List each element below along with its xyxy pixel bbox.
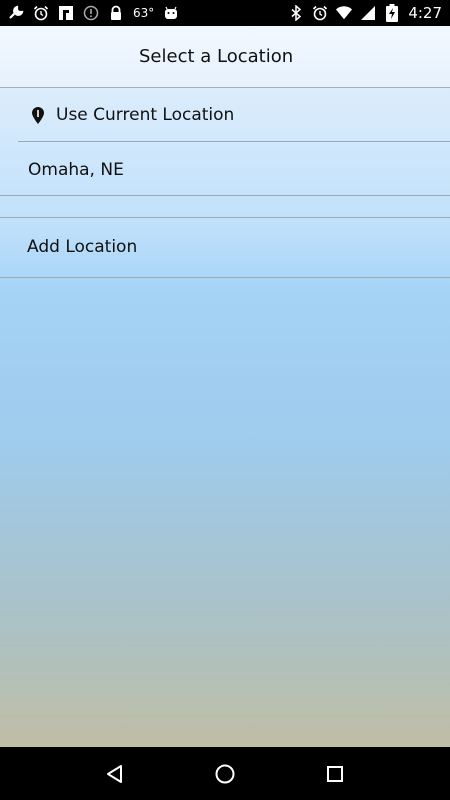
use-current-location-label: Use Current Location [56,105,235,125]
page-title: Select a Location [139,46,294,67]
alarm-icon [312,5,328,21]
back-icon [107,764,122,783]
saved-location-item[interactable]: Omaha, NE [0,142,450,196]
status-bar: 63° 4:27 [0,0,450,26]
android-icon [163,5,179,21]
use-current-location-item[interactable]: Use Current Location [18,89,450,142]
wifi-icon [336,5,353,21]
location-screen: Select a Location Use Current Location O… [0,26,450,747]
clock-time: 4:27 [408,4,442,22]
title-bar: Select a Location [0,26,450,88]
recents-icon [327,765,343,782]
status-right: 4:27 [288,4,442,22]
back-button[interactable] [93,752,137,796]
home-button[interactable] [203,752,247,796]
info-icon [83,5,99,21]
battery-charging-icon [384,4,400,22]
saved-location-label: Omaha, NE [28,160,124,180]
signal-icon [360,5,376,21]
add-location-label: Add Location [27,237,138,257]
wrench-icon [8,5,24,21]
bluetooth-icon [288,5,304,21]
recents-button[interactable] [313,752,357,796]
navigation-bar [0,747,450,800]
status-left: 63° [8,5,179,21]
flipboard-icon [58,5,74,21]
location-pin-icon [31,107,45,125]
temperature: 63° [133,6,155,20]
add-location-item[interactable]: Add Location [0,218,450,278]
lock-icon [108,5,124,21]
alarm-icon [33,5,49,21]
home-icon [215,764,235,783]
section-divider [0,196,450,218]
